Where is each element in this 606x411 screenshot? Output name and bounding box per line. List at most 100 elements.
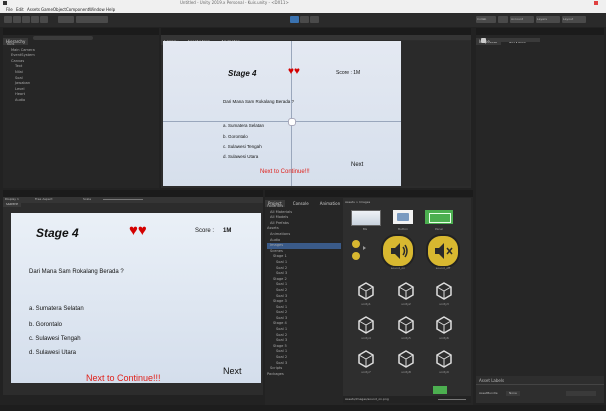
unity-cube-icon[interactable]: [435, 350, 453, 372]
pause-button[interactable]: [300, 16, 309, 23]
hierarchy-item[interactable]: Audio: [7, 98, 35, 104]
layers-dropdown[interactable]: Layers: [536, 16, 560, 23]
scene-option: a. Sumatera Selatan: [223, 123, 265, 128]
scene-option: d. Sulawesi Utara: [223, 154, 259, 159]
project-tree: Favorites All Materials All Models All P…: [267, 204, 341, 377]
inspector-tabbar: Inspector Services: [476, 28, 604, 45]
account-button[interactable]: Account: [510, 16, 534, 23]
hierarchy-item[interactable]: EventSystem: [7, 53, 35, 59]
game-stage-title: Stage 4: [36, 226, 79, 240]
asset-button[interactable]: [393, 210, 413, 224]
inspector-lock-icon[interactable]: [481, 38, 486, 43]
scene-next: Next: [351, 162, 364, 168]
play-button[interactable]: [290, 16, 299, 23]
scene-tabbar: Scene Asset Store Animator: [161, 28, 471, 45]
project-footer: Assets/Images/sound_on.png: [343, 396, 471, 403]
scene-question: Dari Mana Sam Rokalang Berada ?: [223, 99, 295, 104]
unity-cube-icon[interactable]: [397, 316, 415, 338]
arrow-right-icon: [363, 246, 366, 250]
asset-bg[interactable]: [351, 210, 381, 226]
menu-window[interactable]: Window: [89, 6, 105, 13]
scene-crosshair-vertical: [291, 41, 292, 186]
status-bar: [0, 405, 606, 411]
game-option: c. Sulawesi Tengah: [29, 336, 81, 342]
hierarchy-tabbar: Hierarchy: [3, 28, 159, 45]
unity-cube-icon[interactable]: [435, 282, 453, 304]
game-option: a. Sumatera Selatan: [29, 306, 84, 312]
asset-labels-divider: [476, 384, 604, 385]
pivot-toggle[interactable]: [58, 16, 74, 23]
scene-crosshair-horizontal: [163, 121, 401, 122]
menu-bar: File Edit Assets GameObject Component Wi…: [0, 6, 606, 13]
game-continue: Next to Continue!!!: [86, 373, 161, 383]
scene-stage-title: Stage 4: [228, 69, 257, 78]
game-option: d. Sulawesi Utara: [29, 350, 77, 356]
small-sound-icon[interactable]: [352, 240, 360, 248]
asset-path-breadcrumb: Assets > Images: [345, 200, 371, 204]
green-sprite-thumbnail[interactable]: [433, 386, 447, 394]
scene-canvas[interactable]: Stage 4 ♥♥ Score : 1M Dari Mana Sam Roka…: [163, 41, 401, 186]
game-toolbar: Display 1 Free Aspect Scale: [3, 197, 263, 203]
game-panel: Game Display 1 Free Aspect Scale Stage 4…: [3, 190, 263, 395]
scene-pivot-handle[interactable]: [288, 118, 296, 126]
sound-on-icon[interactable]: [381, 234, 415, 268]
asset-bundle-label: AssetBundle: [479, 391, 498, 395]
menu-gameobject[interactable]: GameObject: [41, 6, 66, 13]
thumbnail-size-slider[interactable]: [438, 399, 466, 400]
unity-logo-icon: [3, 1, 7, 5]
game-score-label: Score :: [195, 228, 215, 234]
unity-cube-icon[interactable]: [397, 282, 415, 304]
hierarchy-panel: Hierarchy Kuis Main Camera EventSystem C…: [3, 28, 159, 188]
close-window-icon[interactable]: [594, 1, 598, 5]
scene-option: c. Sulawesi Tengah: [223, 144, 262, 149]
menu-file[interactable]: File: [6, 6, 13, 13]
resolution-dropdown[interactable]: Free Aspect: [35, 197, 53, 202]
asset-bundle-dropdown[interactable]: None: [506, 391, 520, 396]
rotate-tool-button[interactable]: [22, 16, 30, 23]
collab-button[interactable]: Collab: [476, 16, 496, 23]
toolbar: Collab Account Layers Layout: [0, 13, 606, 27]
unity-cube-icon[interactable]: [435, 316, 453, 338]
unity-cube-icon[interactable]: [397, 350, 415, 372]
menu-assets[interactable]: Assets: [27, 6, 40, 13]
unity-cube-icon[interactable]: [357, 316, 375, 338]
scene-continue: Next to Continue!!!: [260, 169, 310, 175]
unity-editor: Untitled - Unity 2019.x Personal - Kuis.…: [0, 0, 606, 411]
asset-variant-dropdown[interactable]: [566, 391, 596, 396]
inspector-panel: Inspector Services Asset Labels AssetBun…: [476, 28, 604, 403]
layout-dropdown[interactable]: Layout: [562, 16, 586, 23]
asset-labels-section: Asset Labels AssetBundle None: [476, 376, 604, 403]
scene-score: Score : 1M: [336, 70, 361, 76]
project-tree-item[interactable]: Packages: [267, 372, 341, 378]
unity-cube-icon[interactable]: [357, 282, 375, 304]
scale-tool-button[interactable]: [31, 16, 39, 23]
scene-side-area: [402, 41, 470, 186]
hierarchy-tree: Kuis Main Camera EventSystem Canvas Text…: [7, 42, 35, 104]
menu-edit[interactable]: Edit: [16, 6, 24, 13]
project-tabbar: Project Console Animation: [265, 190, 473, 207]
asset-labels-title: Asset Labels: [479, 378, 505, 383]
display-dropdown[interactable]: Display 1: [5, 197, 19, 202]
menu-help[interactable]: Help: [106, 6, 115, 13]
unity-cube-icon[interactable]: [357, 350, 375, 372]
sound-off-icon[interactable]: [426, 234, 460, 268]
game-heart-icon: ♥♥: [129, 222, 147, 239]
asset-grid: Assets > Images BG Button Panel sound_on…: [343, 198, 471, 403]
game-question: Dari Mana Sam Rokalang Berada ?: [29, 269, 124, 275]
scene-option: b. Gorontalo: [223, 134, 248, 139]
step-button[interactable]: [310, 16, 319, 23]
hand-tool-button[interactable]: [4, 16, 12, 23]
scene-panel: Scene Asset Store Animator Stage 4 ♥♥ Sc…: [161, 28, 471, 188]
cloud-button[interactable]: [498, 16, 508, 23]
hierarchy-search-input[interactable]: [33, 36, 93, 40]
game-view[interactable]: Stage 4 ♥♥ Score : 1M Dari Mana Sam Roka…: [11, 213, 261, 383]
scale-slider[interactable]: [103, 199, 143, 200]
menu-component[interactable]: Component: [66, 6, 89, 13]
rect-tool-button[interactable]: [40, 16, 48, 23]
move-tool-button[interactable]: [13, 16, 21, 23]
game-next-button[interactable]: Next: [223, 366, 242, 376]
small-sound-icon[interactable]: [352, 252, 360, 260]
asset-panel[interactable]: [425, 210, 453, 224]
project-panel: Project Console Animation Favorites All …: [265, 190, 473, 405]
global-toggle[interactable]: [76, 16, 108, 23]
